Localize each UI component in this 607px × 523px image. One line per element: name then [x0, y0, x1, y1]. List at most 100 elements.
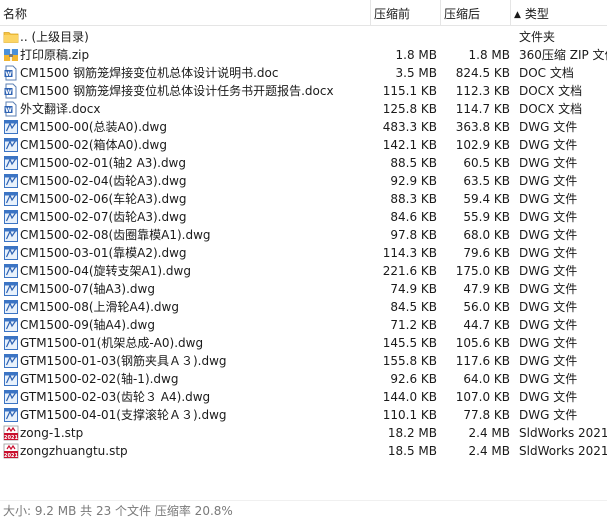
file-row[interactable]: CM1500-04(旋转支架A1).dwg 221.6 KB 175.0 KB DWG… [0, 262, 607, 280]
file-name: CM1500-02-06(车轮A3).dwg [20, 192, 187, 206]
file-name: CM1500-09(轴A4).dwg [20, 318, 155, 332]
file-type: DOCX 文档 [519, 102, 583, 116]
file-row[interactable]: W CM1500 钢筋笼焊接变位机总体设计说明书.doc 3.5 MB 824.5 K… [0, 64, 607, 82]
dwg-file-icon [3, 173, 19, 189]
file-size-after: 63.5 KB [463, 174, 510, 188]
file-name: CM1500-07(轴A3).dwg [20, 282, 155, 296]
solidworks-file-icon: 2021 [3, 443, 19, 459]
file-size-after: 47.9 KB [463, 282, 510, 296]
column-after-header[interactable]: 压缩后 [441, 0, 510, 26]
dwg-file-icon [3, 389, 19, 405]
file-size-before: 88.3 KB [390, 192, 437, 206]
file-name: CM1500-04(旋转支架A1).dwg [20, 264, 191, 278]
status-bar: 大小: 9.2 MB 共 23 个文件 压缩率 20.8% [0, 500, 607, 523]
file-row[interactable]: 2021 zong-1.stp 18.2 MB 2.4 MB SldWorks 2021 [0, 424, 607, 442]
file-name: 外文翻译.docx [20, 102, 101, 116]
file-size-after: 363.8 KB [455, 120, 510, 134]
file-name: CM1500-02-08(齿圈靠模A1).dwg [20, 228, 211, 242]
file-row[interactable]: CM1500-02-08(齿圈靠模A1).dwg 97.8 KB 68.0 KB DW… [0, 226, 607, 244]
file-row[interactable]: CM1500-02-07(齿轮A3).dwg 84.6 KB 55.9 KB DWG … [0, 208, 607, 226]
file-size-after: 114.7 KB [455, 102, 510, 116]
column-type-header[interactable]: ▲ 类型 [511, 0, 607, 26]
file-size-before: 88.5 KB [390, 156, 437, 170]
doc-file-icon: W [3, 83, 19, 99]
file-size-after: 56.0 KB [463, 300, 510, 314]
svg-text:W: W [5, 89, 12, 96]
file-type: DWG 文件 [519, 210, 578, 224]
file-size-before: 18.2 MB [387, 426, 437, 440]
file-name: CM1500-03-01(靠模A2).dwg [20, 246, 187, 260]
file-row[interactable]: CM1500-02-04(齿轮A3).dwg 92.9 KB 63.5 KB DWG … [0, 172, 607, 190]
file-name: GTM1500-02-02(轴-1).dwg [20, 372, 179, 386]
file-size-after: 105.6 KB [455, 336, 510, 350]
file-size-after: 112.3 KB [455, 84, 510, 98]
file-size-before [370, 28, 437, 46]
file-type: DWG 文件 [519, 300, 578, 314]
column-name-label: 名称 [3, 7, 28, 21]
file-size-after: 175.0 KB [455, 264, 510, 278]
file-row[interactable]: .. (上级目录) 文件夹 [0, 28, 607, 46]
solidworks-file-icon: 2021 [3, 425, 19, 441]
svg-text:2021: 2021 [4, 453, 18, 459]
file-type: DWG 文件 [519, 282, 578, 296]
dwg-file-icon [3, 263, 19, 279]
file-size-before: 114.3 KB [382, 246, 437, 260]
file-size-before: 110.1 KB [382, 408, 437, 422]
file-type: DWG 文件 [519, 372, 578, 386]
file-row[interactable]: CM1500-00(总装A0).dwg 483.3 KB 363.8 KB DWG 文… [0, 118, 607, 136]
file-row[interactable]: GTM1500-04-01(支撑滚轮Ａ３).dwg 110.1 KB 77.8 KB… [0, 406, 607, 424]
file-size-before: 221.6 KB [382, 264, 437, 278]
file-type: SldWorks 2021 [519, 444, 607, 458]
file-size-before: 155.8 KB [382, 354, 437, 368]
file-size-after: 77.8 KB [463, 408, 510, 422]
file-name: CM1500 钢筋笼焊接变位机总体设计说明书.doc [20, 66, 279, 80]
dwg-file-icon [3, 407, 19, 423]
file-type: DWG 文件 [519, 228, 578, 242]
file-name: GTM1500-01(机架总成-A0).dwg [20, 336, 204, 350]
column-before-header[interactable]: 压缩前 [371, 0, 440, 26]
file-row[interactable]: GTM1500-02-02(轴-1).dwg 92.6 KB 64.0 KB DWG … [0, 370, 607, 388]
file-type: DOC 文档 [519, 66, 574, 80]
file-row[interactable]: CM1500-02-01(轴2 A3).dwg 88.5 KB 60.5 KB DWG… [0, 154, 607, 172]
file-size-before: 97.8 KB [390, 228, 437, 242]
file-row[interactable]: GTM1500-02-03(齿轮３ A4).dwg 144.0 KB 107.0 K… [0, 388, 607, 406]
dwg-file-icon [3, 191, 19, 207]
file-row[interactable]: CM1500-09(轴A4).dwg 71.2 KB 44.7 KB DWG 文件 [0, 316, 607, 334]
file-row[interactable]: W 外文翻译.docx 125.8 KB 114.7 KB DOCX 文档 [0, 100, 607, 118]
file-row[interactable]: CM1500-02(箱体A0).dwg 142.1 KB 102.9 KB DWG 文… [0, 136, 607, 154]
file-type: DWG 文件 [519, 120, 578, 134]
column-before-label: 压缩前 [374, 7, 411, 21]
file-row[interactable]: 2021 zongzhuangtu.stp 18.5 MB 2.4 MB SldWork… [0, 442, 607, 460]
dwg-file-icon [3, 137, 19, 153]
file-row[interactable]: 打印原稿.zip 1.8 MB 1.8 MB 360压缩 ZIP 文件 [0, 46, 607, 64]
file-size-after: 102.9 KB [455, 138, 510, 152]
file-size-before: 84.6 KB [390, 210, 437, 224]
dwg-file-icon [3, 335, 19, 351]
file-row[interactable]: CM1500-08(上滑轮A4).dwg 84.5 KB 56.0 KB DWG 文件 [0, 298, 607, 316]
file-row[interactable]: GTM1500-01-03(钢筋夹具Ａ３).dwg 155.8 KB 117.6 K… [0, 352, 607, 370]
dwg-file-icon [3, 371, 19, 387]
file-row[interactable]: CM1500-07(轴A3).dwg 74.9 KB 47.9 KB DWG 文件 [0, 280, 607, 298]
sort-ascending-icon: ▲ [514, 10, 521, 20]
file-size-after: 824.5 KB [455, 66, 510, 80]
file-row[interactable]: GTM1500-01(机架总成-A0).dwg 145.5 KB 105.6 KB D… [0, 334, 607, 352]
column-name-header[interactable]: 名称 [0, 0, 370, 26]
file-type: DWG 文件 [519, 318, 578, 332]
file-size-after [442, 28, 510, 46]
file-row[interactable]: CM1500-02-06(车轮A3).dwg 88.3 KB 59.4 KB DWG … [0, 190, 607, 208]
column-header: 名称 压缩前 压缩后 ▲ 类型 [0, 0, 607, 26]
file-size-before: 3.5 MB [395, 66, 437, 80]
dwg-file-icon [3, 317, 19, 333]
file-name: GTM1500-04-01(支撑滚轮Ａ３).dwg [20, 408, 227, 422]
file-name: CM1500-02-07(齿轮A3).dwg [20, 210, 187, 224]
file-type: 360压缩 ZIP 文件 [519, 48, 607, 62]
svg-text:2021: 2021 [4, 435, 18, 441]
file-size-after: 79.6 KB [463, 246, 510, 260]
zip-archive-icon [3, 47, 19, 63]
file-size-before: 92.6 KB [390, 372, 437, 386]
file-size-before: 483.3 KB [382, 120, 437, 134]
file-size-after: 60.5 KB [463, 156, 510, 170]
file-size-after: 2.4 MB [468, 426, 510, 440]
file-row[interactable]: CM1500-03-01(靠模A2).dwg 114.3 KB 79.6 KB DWG… [0, 244, 607, 262]
file-row[interactable]: W CM1500 钢筋笼焊接变位机总体设计任务书开题报告.docx 115.1 KB… [0, 82, 607, 100]
